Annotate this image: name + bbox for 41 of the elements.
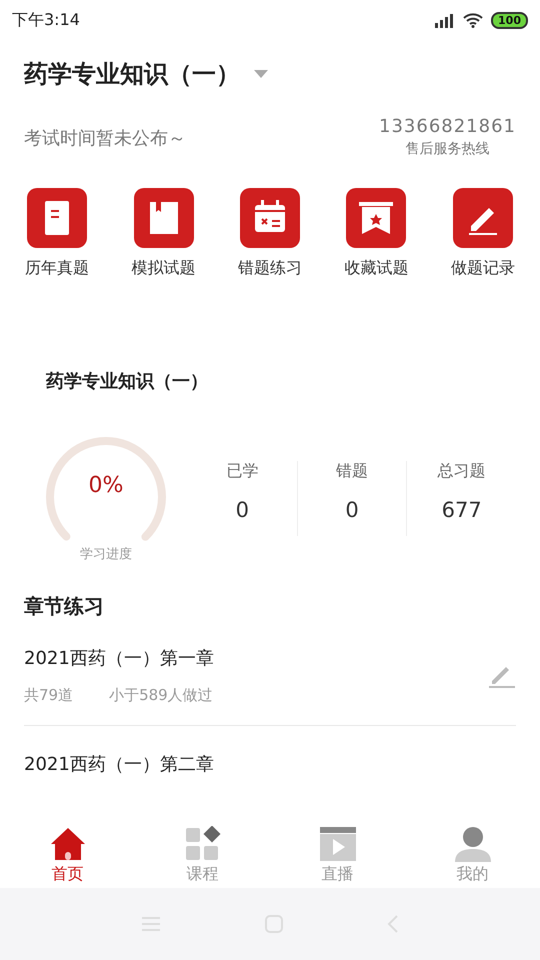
video-icon	[318, 826, 356, 862]
dropdown-caret-icon[interactable]	[254, 70, 268, 78]
subject-title: 药学专业知识（一）	[45, 370, 209, 393]
menu-icon[interactable]	[141, 916, 162, 932]
nav-tab[interactable]: 首页	[0, 822, 135, 888]
book-icon	[134, 188, 194, 248]
pen-icon	[452, 188, 513, 248]
hotline-label: 售后服务热线	[406, 140, 490, 158]
section-title: 章节练习	[24, 593, 105, 620]
question-count: 共79道	[24, 686, 74, 705]
shortcut-button[interactable]: 错题练习	[238, 188, 302, 279]
chapter-title[interactable]: 2021西药（一）第一章	[24, 646, 214, 670]
stat-label: 错题	[336, 460, 368, 482]
shortcut-button[interactable]: 做题记录	[450, 188, 515, 279]
home-icon	[48, 826, 86, 862]
progress-caption: 学习进度	[80, 546, 132, 563]
attempt-count: 小于589人做过	[109, 686, 213, 705]
shortcut-button[interactable]: 模拟试题	[132, 188, 196, 279]
banner-icon	[346, 188, 406, 248]
back-icon[interactable]	[386, 914, 399, 934]
shortcut-button[interactable]: 历年真题	[25, 188, 90, 279]
stat-label: 已学	[226, 460, 258, 482]
stat-value: 0	[236, 498, 250, 522]
signal-icon	[433, 12, 456, 28]
status-time: 下午3:14	[12, 10, 80, 30]
stat-value: 0	[345, 498, 359, 522]
stat-label: 总习题	[438, 460, 486, 482]
stat-value: 677	[442, 498, 482, 522]
person-icon	[454, 826, 492, 862]
exam-title: 药学专业知识（一）	[24, 59, 240, 90]
grid-icon	[184, 826, 222, 862]
battery-indicator: 100	[491, 12, 528, 28]
exam-date-note: 考试时间暂未公布～	[24, 127, 186, 150]
home-button-icon[interactable]	[264, 914, 284, 934]
hotline-number: 13366821861	[379, 116, 516, 137]
paper-icon	[27, 188, 88, 248]
progress-percent: 0%	[88, 473, 124, 498]
wifi-icon	[463, 12, 484, 28]
shortcut-button[interactable]: 收藏试题	[344, 188, 408, 279]
calendar-icon	[240, 188, 300, 248]
chapter-title[interactable]: 2021西药（一）第二章	[24, 752, 214, 776]
